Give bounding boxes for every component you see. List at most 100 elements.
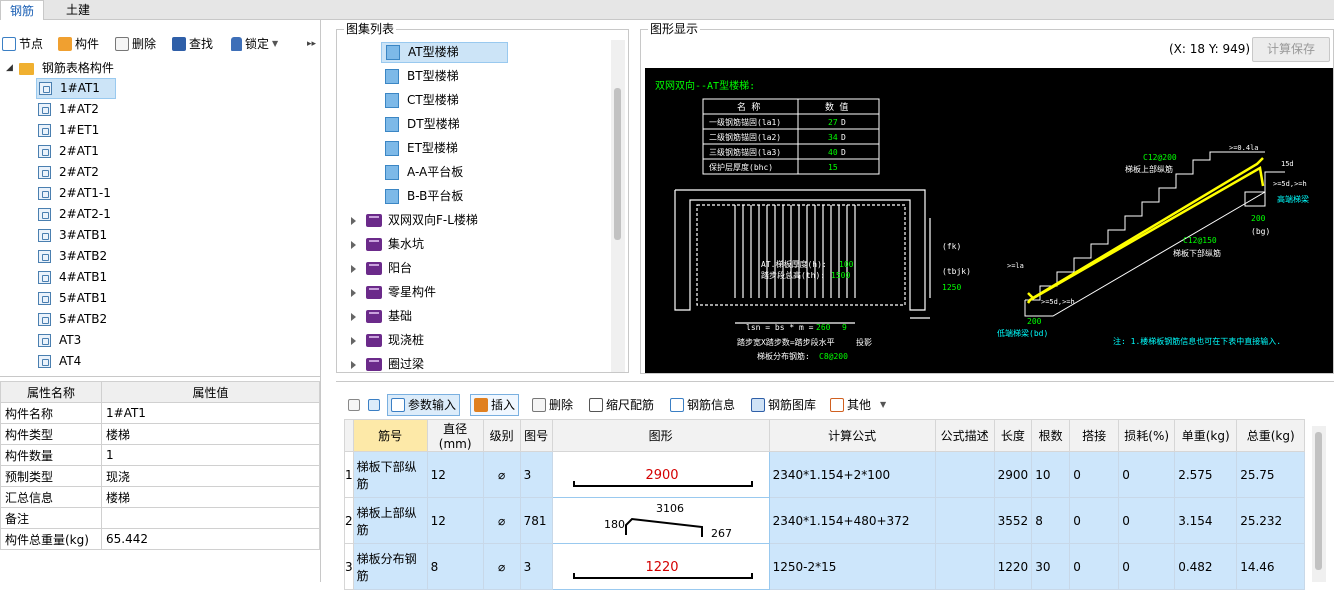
tree-item[interactable]: 1#AT1: [36, 78, 116, 99]
property-value[interactable]: 65.442: [101, 528, 320, 550]
grid-header-cell[interactable]: 单重(kg): [1174, 419, 1238, 452]
atlas-item[interactable]: AT型楼梯: [381, 42, 508, 63]
tree-item[interactable]: 5#ATB1: [36, 288, 107, 309]
property-row[interactable]: 汇总信息 楼梯: [0, 486, 320, 508]
rebar-info-button[interactable]: 钢筋信息: [670, 392, 735, 418]
param-input-button[interactable]: 参数输入: [387, 394, 461, 416]
total-weight-cell[interactable]: 25.75: [1236, 451, 1306, 498]
atlas-item[interactable]: DT型楼梯: [381, 114, 460, 135]
expand-arrow-icon[interactable]: ◢: [6, 58, 13, 79]
property-row[interactable]: 备注: [0, 507, 320, 529]
expand-arrow-icon[interactable]: [351, 264, 356, 273]
grid-header-cell[interactable]: 总重(kg): [1236, 419, 1306, 452]
atlas-item[interactable]: 集水坑: [351, 234, 424, 255]
grid-header-cell[interactable]: 筋号: [352, 419, 428, 452]
atlas-item[interactable]: 圈过梁: [351, 354, 424, 372]
formula-desc-cell[interactable]: [934, 451, 995, 498]
diameter-cell[interactable]: 12: [426, 451, 484, 498]
tree-item[interactable]: 4#ATB1: [36, 267, 107, 288]
stair-drawing-canvas[interactable]: 双网双向--AT型楼梯: 名 称 数 值 一级钢筋锚固(la1) 27 D 二级钢筋锚…: [645, 68, 1333, 373]
grid-header-cell[interactable]: 搭接: [1069, 419, 1120, 452]
diameter-cell[interactable]: 8: [426, 543, 484, 590]
chevron-down-icon[interactable]: ▼: [880, 392, 886, 418]
loss-cell[interactable]: 0: [1118, 543, 1176, 590]
atlas-item[interactable]: 现浇桩: [351, 330, 424, 351]
property-row[interactable]: 构件名称 1#AT1: [0, 402, 320, 424]
bar-name-cell[interactable]: 梯板分布钢筋: [352, 543, 428, 590]
property-row[interactable]: 构件类型 楼梯: [0, 423, 320, 445]
count-cell[interactable]: 8: [1031, 497, 1071, 544]
delete-component-button[interactable]: 删除: [115, 31, 156, 57]
property-row[interactable]: 构件总重量(kg) 65.442: [0, 528, 320, 550]
property-value[interactable]: 1#AT1: [101, 402, 320, 424]
grid-header-cell[interactable]: 计算公式: [768, 419, 936, 452]
tree-item[interactable]: 5#ATB2: [36, 309, 107, 330]
expand-arrow-icon[interactable]: [351, 288, 356, 297]
shape-cell[interactable]: 1220: [551, 543, 770, 590]
tree-item[interactable]: 2#AT2-1: [36, 204, 111, 225]
bar-name-cell[interactable]: 梯板上部纵筋: [352, 497, 428, 544]
unit-weight-cell[interactable]: 2.575: [1174, 451, 1238, 498]
tree-item[interactable]: 1#ET1: [36, 120, 99, 141]
toolbar-overflow-button[interactable]: ▸▸: [307, 31, 316, 57]
tree-root[interactable]: ◢ 钢筋表格构件: [6, 58, 114, 79]
tree-item[interactable]: 3#ATB2: [36, 246, 107, 267]
tree-item[interactable]: 2#AT1: [36, 141, 99, 162]
atlas-item[interactable]: BT型楼梯: [381, 66, 459, 87]
grade-cell[interactable]: ⌀: [482, 497, 521, 544]
bar-name-cell[interactable]: 梯板下部纵筋: [352, 451, 428, 498]
formula-desc-cell[interactable]: [934, 497, 995, 544]
shape-cell[interactable]: 3106 180 267: [551, 497, 770, 544]
tab-civil[interactable]: 土建: [54, 0, 102, 20]
grade-cell[interactable]: ⌀: [482, 543, 521, 590]
formula-cell[interactable]: 1250-2*15: [768, 543, 936, 590]
tree-item[interactable]: AT4: [36, 351, 81, 372]
figure-no-cell[interactable]: 781: [519, 497, 553, 544]
formula-cell[interactable]: 2340*1.154+480+372: [768, 497, 936, 544]
atlas-item[interactable]: CT型楼梯: [381, 90, 459, 111]
grid-header-cell[interactable]: 直径(mm): [426, 419, 484, 452]
atlas-item[interactable]: B-B平台板: [381, 186, 463, 207]
formula-cell[interactable]: 2340*1.154+2*100: [768, 451, 936, 498]
atlas-item[interactable]: ET型楼梯: [381, 138, 458, 159]
atlas-item[interactable]: 阳台: [351, 258, 412, 279]
lap-cell[interactable]: 0: [1069, 543, 1120, 590]
grid-scroll-thumb[interactable]: [1315, 432, 1322, 570]
length-cell[interactable]: 3552: [993, 497, 1033, 544]
insert-row-button[interactable]: 插入: [470, 394, 520, 416]
move-down-button[interactable]: [368, 392, 380, 418]
grade-cell[interactable]: ⌀: [482, 451, 521, 498]
tree-item[interactable]: 2#AT2: [36, 162, 99, 183]
property-value[interactable]: [101, 507, 320, 529]
tab-rebar[interactable]: 钢筋: [0, 0, 44, 20]
atlas-item[interactable]: 基础: [351, 306, 412, 327]
calc-save-button[interactable]: 计算保存: [1252, 37, 1330, 62]
expand-arrow-icon[interactable]: [351, 312, 356, 321]
delete-row-button[interactable]: 删除: [532, 392, 573, 418]
add-component-button[interactable]: 构件: [58, 31, 99, 57]
grid-header-cell[interactable]: 损耗(%): [1118, 419, 1176, 452]
formula-desc-cell[interactable]: [934, 543, 995, 590]
property-row[interactable]: 预制类型 现浇: [0, 465, 320, 487]
move-up-button[interactable]: [348, 392, 360, 418]
scale-rebar-button[interactable]: 缩尺配筋: [589, 392, 654, 418]
total-weight-cell[interactable]: 14.46: [1236, 543, 1306, 590]
shape-cell[interactable]: 2900: [551, 451, 770, 498]
length-cell[interactable]: 1220: [993, 543, 1033, 590]
table-row[interactable]: 2 梯板上部纵筋 12 ⌀ 781 3106 180 267 2340*1.154+480+37…: [344, 497, 1306, 544]
add-node-button[interactable]: 节点: [2, 31, 43, 57]
expand-arrow-icon[interactable]: [351, 360, 356, 369]
grid-header-cell[interactable]: 公式描述: [934, 419, 995, 452]
total-weight-cell[interactable]: 25.232: [1236, 497, 1306, 544]
find-button[interactable]: 查找: [172, 31, 213, 57]
count-cell[interactable]: 10: [1031, 451, 1071, 498]
grid-header-cell[interactable]: 长度: [993, 419, 1033, 452]
grid-header-cell[interactable]: 图号: [519, 419, 553, 452]
chevron-down-icon[interactable]: ▼: [272, 31, 278, 57]
figure-no-cell[interactable]: 3: [519, 543, 553, 590]
tree-item[interactable]: 2#AT1-1: [36, 183, 111, 204]
expand-arrow-icon[interactable]: [351, 240, 356, 249]
other-menu-button[interactable]: 其他 ▼: [830, 392, 886, 418]
property-value[interactable]: 楼梯: [101, 486, 320, 508]
atlas-scroll-thumb[interactable]: [614, 88, 621, 240]
